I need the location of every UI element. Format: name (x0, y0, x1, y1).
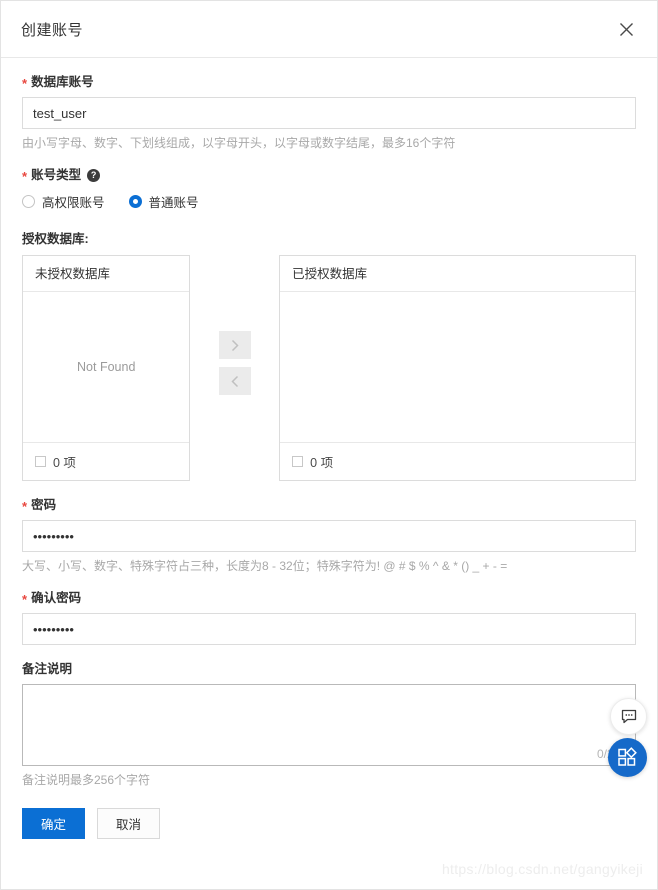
transfer-controls (190, 255, 279, 403)
chevron-right-icon (230, 339, 240, 352)
required-marker: * (22, 595, 27, 605)
chat-bubble-icon[interactable] (610, 698, 647, 735)
required-marker: * (22, 502, 27, 512)
unauthorized-db-empty-text: Not Found (23, 360, 189, 374)
required-marker: * (22, 79, 27, 89)
password-input[interactable] (22, 520, 636, 552)
radio-option-normal[interactable]: 普通账号 (129, 192, 199, 211)
account-type-radio-group: 高权限账号 普通账号 (22, 190, 636, 212)
username-label: * 数据库账号 (22, 74, 636, 90)
dialog-body: * 数据库账号 由小写字母、数字、下划线组成，以字母开头，以字母或数字结尾，最多… (1, 74, 657, 849)
create-account-dialog: 创建账号 * 数据库账号 由小写字母、数字、下划线组成，以字母开头，以字母或数字… (0, 0, 658, 890)
account-type-label-text: 账号类型 (31, 167, 81, 183)
authorized-db-footer: 0 项 (280, 442, 635, 480)
unauthorized-db-count: 0 项 (53, 452, 76, 471)
account-type-label: * 账号类型 ? (22, 167, 636, 183)
watermark: https://blog.csdn.net/gangyikeji (442, 861, 643, 877)
question-mark-icon[interactable]: ? (87, 169, 100, 182)
password-label-text: 密码 (31, 497, 56, 513)
radio-label-normal: 普通账号 (149, 192, 199, 211)
unauthorized-db-footer: 0 项 (23, 442, 189, 480)
app-grid-icon[interactable] (608, 738, 647, 777)
remark-wrapper: 0/256 (22, 684, 636, 766)
select-all-checkbox-left[interactable] (35, 456, 46, 467)
dialog-header: 创建账号 (1, 1, 657, 58)
username-hint: 由小写字母、数字、下划线组成，以字母开头，以字母或数字结尾，最多16个字符 (22, 135, 636, 151)
remark-label: 备注说明 (22, 661, 636, 677)
username-label-text: 数据库账号 (31, 74, 94, 90)
confirm-password-label: * 确认密码 (22, 590, 636, 606)
remark-label-text: 备注说明 (22, 661, 72, 677)
authorized-db-panel: 已授权数据库 0 项 (279, 255, 636, 481)
password-hint: 大写、小写、数字、特殊字符占三种，长度为8 - 32位；特殊字符为! @ # $… (22, 558, 636, 574)
dialog-title: 创建账号 (21, 19, 83, 40)
move-right-button[interactable] (219, 331, 251, 359)
required-marker: * (22, 172, 27, 182)
chevron-left-icon (230, 375, 240, 388)
remark-hint: 备注说明最多256个字符 (22, 772, 636, 788)
move-left-button[interactable] (219, 367, 251, 395)
select-all-checkbox-right[interactable] (292, 456, 303, 467)
authorized-db-label: 授权数据库: (22, 228, 636, 247)
close-icon[interactable] (611, 14, 641, 44)
radio-mark (22, 195, 35, 208)
authorized-db-count: 0 项 (310, 452, 333, 471)
confirm-button[interactable]: 确定 (22, 808, 85, 839)
radio-option-high-privilege[interactable]: 高权限账号 (22, 192, 105, 211)
remark-textarea[interactable] (22, 684, 636, 766)
radio-label-high-privilege: 高权限账号 (42, 192, 105, 211)
confirm-password-input[interactable] (22, 613, 636, 645)
cancel-button[interactable]: 取消 (97, 808, 160, 839)
dialog-footer: 确定 取消 (22, 808, 636, 849)
confirm-password-label-text: 确认密码 (31, 590, 81, 606)
password-label: * 密码 (22, 497, 636, 513)
unauthorized-db-panel: 未授权数据库 Not Found 0 项 (22, 255, 190, 481)
radio-mark (129, 195, 142, 208)
unauthorized-db-header: 未授权数据库 (23, 256, 189, 292)
authorized-db-list[interactable] (280, 292, 635, 442)
authorized-db-header: 已授权数据库 (280, 256, 635, 292)
unauthorized-db-list[interactable]: Not Found (23, 292, 189, 442)
database-transfer: 未授权数据库 Not Found 0 项 (22, 255, 636, 481)
username-input[interactable] (22, 97, 636, 129)
